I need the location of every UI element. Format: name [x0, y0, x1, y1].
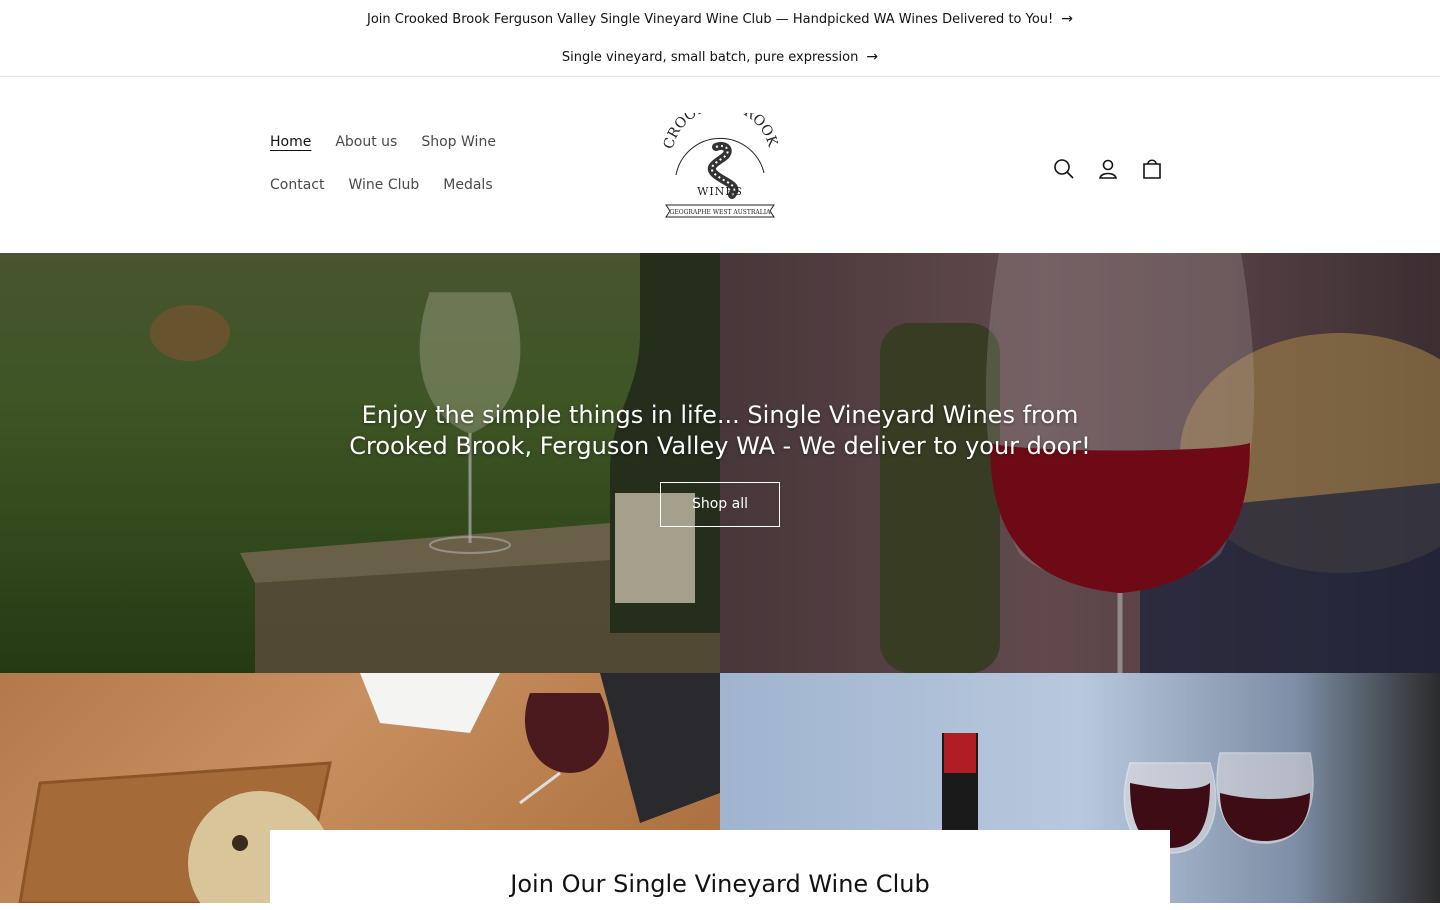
wine-club-title: Join Our Single Vineyard Wine Club — [510, 870, 930, 898]
account-icon[interactable] — [1086, 147, 1130, 191]
nav-item-contact[interactable]: Contact — [258, 164, 336, 207]
arrow-right-icon: → — [1061, 11, 1073, 27]
main-nav: Home About us Shop Wine Contact Wine Clu… — [258, 121, 578, 207]
nav-item-medals[interactable]: Medals — [431, 164, 504, 207]
announcement-text-1[interactable]: Join Crooked Brook Ferguson Valley Singl… — [367, 12, 1053, 27]
nav-item-about-us[interactable]: About us — [323, 121, 409, 164]
shop-all-button[interactable]: Shop all — [660, 481, 780, 527]
logo-sub-text: WINES — [697, 185, 743, 198]
crooked-brook-logo-icon: CROOKED BROOK WINES GEOGRAPHE WEST AUSTR… — [661, 97, 781, 218]
wine-club-card: Join Our Single Vineyard Wine Club — [270, 830, 1170, 910]
nav-item-home[interactable]: Home — [258, 121, 323, 164]
logo-ribbon-text: GEOGRAPHE WEST AUSTRALIA — [670, 209, 772, 216]
search-icon[interactable] — [1042, 147, 1086, 191]
announcement-bar-2[interactable]: Single vineyard, small batch, pure expre… — [0, 38, 1440, 77]
site-header: Home About us Shop Wine Contact Wine Clu… — [0, 77, 1440, 253]
hero-banner: Enjoy the simple things in life... Singl… — [0, 253, 1440, 673]
bottom-images: Join Our Single Vineyard Wine Club — [0, 673, 1440, 910]
announcement-bar-1[interactable]: Join Crooked Brook Ferguson Valley Singl… — [0, 0, 1440, 38]
header-icons — [1042, 147, 1174, 191]
cart-icon[interactable] — [1130, 147, 1174, 191]
arrow-right-icon: → — [866, 49, 879, 65]
nav-item-shop-wine[interactable]: Shop Wine — [409, 121, 508, 164]
site-logo[interactable]: CROOKED BROOK WINES GEOGRAPHE WEST AUSTR… — [661, 97, 781, 219]
hero-content: Enjoy the simple things in life... Singl… — [0, 253, 1440, 673]
hero-title: Enjoy the simple things in life... Singl… — [349, 400, 1091, 460]
announcement-text-2[interactable]: Single vineyard, small batch, pure expre… — [562, 50, 858, 65]
nav-item-wine-club[interactable]: Wine Club — [336, 164, 431, 207]
